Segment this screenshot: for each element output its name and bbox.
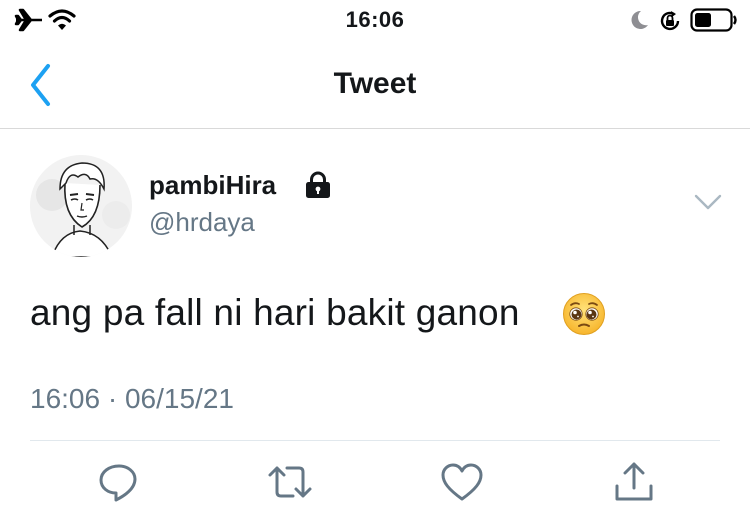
like-icon (441, 463, 483, 501)
avatar[interactable] (30, 155, 132, 257)
tweet-timestamp: 16:06 · 06/15/21 (30, 383, 234, 415)
page-title: Tweet (333, 67, 417, 100)
moon-icon (631, 10, 648, 29)
retweet-button[interactable] (266, 458, 314, 506)
more-options-button[interactable] (690, 188, 726, 216)
reply-icon (99, 464, 137, 502)
tweet-detail-screen: 16:06 Tweet pambiHira @hrdaya ang pa fal… (0, 0, 750, 527)
display-name[interactable]: pambiHira (149, 170, 276, 201)
timestamp-separator: · (100, 383, 125, 414)
reply-button[interactable] (95, 458, 143, 506)
pleading-face-icon (563, 293, 605, 335)
status-bar: 16:06 (0, 0, 750, 42)
like-button[interactable] (438, 458, 486, 506)
retweet-icon (268, 466, 312, 498)
chevron-down-icon (694, 194, 722, 210)
tweet-date: 06/15/21 (124, 383, 234, 414)
tweet-text: ang pa fall ni hari bakit ganon (30, 292, 520, 333)
nav-bar: Tweet (0, 42, 750, 129)
battery-icon (690, 8, 737, 32)
share-icon (615, 462, 653, 501)
lock-icon (306, 171, 330, 198)
orientation-lock-icon (660, 11, 680, 31)
share-button[interactable] (610, 458, 658, 506)
divider (30, 440, 720, 441)
username[interactable]: @hrdaya (149, 207, 255, 238)
tweet-time: 16:06 (30, 383, 101, 414)
avatar-image (30, 155, 132, 257)
